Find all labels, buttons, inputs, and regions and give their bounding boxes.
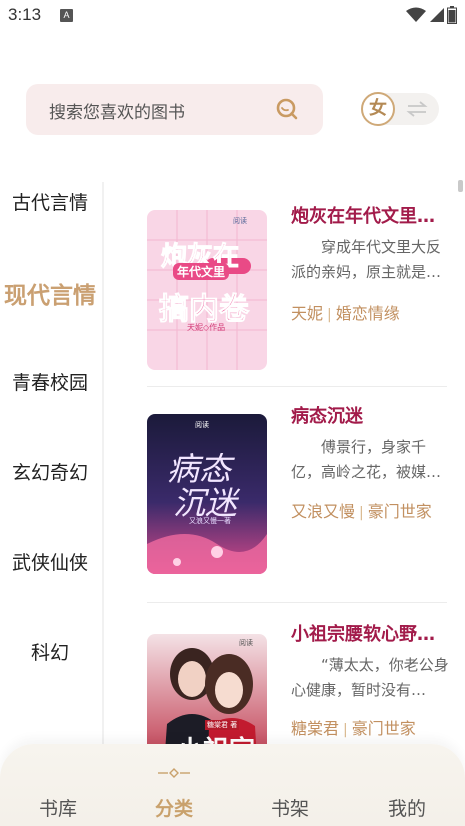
cellular-icon bbox=[430, 8, 444, 22]
book-cover[interactable]: 病态 沉迷 又浪又慢一著 阅读 bbox=[147, 414, 267, 574]
cover-publisher: 阅读 bbox=[233, 217, 247, 225]
book-cover[interactable]: 糖棠君 著 小祖宗 阅读 bbox=[147, 634, 267, 762]
wifi-icon bbox=[406, 7, 426, 22]
book-description: 穿成年代文里大反派的亲妈，原主就是… bbox=[291, 238, 442, 281]
category-item-xiandai[interactable]: 现代言情 bbox=[0, 276, 100, 310]
category-item-kehuan[interactable]: 科幻 bbox=[0, 638, 100, 665]
cover-byline: 糖棠君 著 bbox=[205, 720, 240, 730]
status-time: 3:13 bbox=[8, 5, 42, 24]
cover-publisher: 阅读 bbox=[239, 639, 253, 647]
book-list: 炮灰在 年代文里 搞内卷 天妮◇作品 阅读 炮灰在年代文里… 穿成年代文里大反派… bbox=[105, 182, 465, 762]
tab-library[interactable]: 书库 bbox=[18, 794, 98, 821]
book-tags: 天妮 | 婚恋情缘 bbox=[291, 300, 400, 324]
gender-female-knob[interactable]: 女 bbox=[361, 92, 395, 126]
category-item-xuanhuan[interactable]: 玄幻奇幻 bbox=[0, 458, 100, 485]
book-description: “薄太太，你老公身心健康，暂时没有… bbox=[291, 656, 449, 699]
search-input[interactable]: 搜索您喜欢的图书 bbox=[26, 84, 323, 135]
book-genre: 婚恋情缘 bbox=[335, 304, 400, 323]
battery-icon bbox=[447, 6, 457, 24]
book-genre: 豪门世家 bbox=[367, 502, 432, 521]
divider bbox=[147, 602, 447, 603]
bottom-tab-bar: 书库 分类 书架 我的 bbox=[0, 744, 465, 826]
cover-byline: 天妮◇作品 bbox=[187, 323, 226, 332]
tag-separator: | bbox=[359, 505, 364, 521]
category-item-qingchun[interactable]: 青春校园 bbox=[0, 368, 100, 395]
tag-separator: | bbox=[327, 307, 332, 323]
tab-category[interactable]: 分类 bbox=[134, 794, 214, 821]
book-genre: 豪门世家 bbox=[351, 719, 416, 738]
book-cover[interactable]: 炮灰在 年代文里 搞内卷 天妮◇作品 阅读 bbox=[147, 210, 267, 370]
book-card[interactable]: 病态 沉迷 又浪又慢一著 阅读 病态沉迷 傅景行，身家千亿，高岭之花，被媒… 又… bbox=[105, 396, 465, 606]
divider bbox=[147, 386, 447, 387]
category-sidebar: 古代言情 现代言情 青春校园 玄幻奇幻 武侠仙侠 科幻 bbox=[0, 182, 104, 762]
category-item-wuxia[interactable]: 武侠仙侠 bbox=[0, 548, 100, 575]
book-title[interactable]: 病态沉迷 bbox=[291, 402, 441, 428]
status-icons bbox=[406, 6, 457, 24]
tag-separator: | bbox=[343, 722, 348, 738]
book-card[interactable]: 炮灰在 年代文里 搞内卷 天妮◇作品 阅读 炮灰在年代文里… 穿成年代文里大反派… bbox=[105, 182, 465, 392]
status-bar: 3:13 A bbox=[0, 0, 465, 32]
tab-mine[interactable]: 我的 bbox=[367, 794, 447, 821]
cover-byline: 又浪又慢一著 bbox=[189, 517, 231, 525]
book-author: 糖棠君 bbox=[291, 719, 340, 738]
book-tags: 糖棠君 | 豪门世家 bbox=[291, 715, 416, 739]
cover-title-line: 年代文里 bbox=[173, 263, 230, 280]
active-tab-indicator-icon bbox=[158, 768, 190, 778]
cover-publisher: 阅读 bbox=[195, 421, 209, 429]
search-placeholder: 搜索您喜欢的图书 bbox=[49, 103, 185, 123]
scrollbar[interactable] bbox=[458, 180, 463, 192]
book-author: 天妮 bbox=[291, 304, 324, 323]
search-icon[interactable] bbox=[275, 97, 299, 121]
book-title[interactable]: 炮灰在年代文里… bbox=[291, 202, 441, 228]
book-title[interactable]: 小祖宗腰软心野… bbox=[291, 620, 441, 646]
gender-toggle[interactable]: 女 bbox=[361, 92, 439, 126]
book-card[interactable]: 糖棠君 著 小祖宗 阅读 小祖宗腰软心野… “薄太太，你老公身心健康，暂时没有…… bbox=[105, 612, 465, 762]
swap-icon bbox=[406, 101, 428, 117]
book-author: 又浪又慢 bbox=[291, 502, 356, 521]
notification-badge: A bbox=[60, 9, 73, 22]
category-item-gudai[interactable]: 古代言情 bbox=[0, 188, 100, 215]
book-tags: 又浪又慢 | 豪门世家 bbox=[291, 498, 432, 522]
book-description: 傅景行，身家千亿，高岭之花，被媒… bbox=[291, 438, 442, 481]
tab-bookshelf[interactable]: 书架 bbox=[250, 794, 330, 821]
